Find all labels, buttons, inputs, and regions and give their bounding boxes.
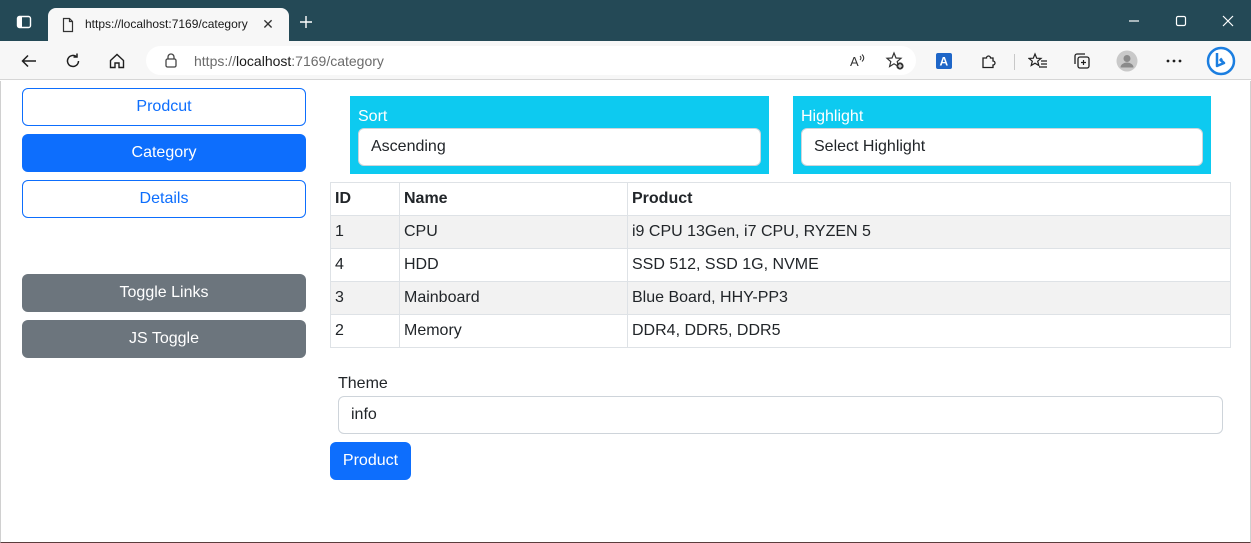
browser-tab[interactable]: https://localhost:7169/category ✕ bbox=[48, 8, 289, 41]
nav-link-details[interactable]: Details bbox=[22, 180, 306, 218]
theme-input[interactable]: info bbox=[338, 396, 1223, 434]
profile-avatar[interactable] bbox=[1115, 49, 1139, 73]
column-header-product: Product bbox=[627, 182, 1231, 216]
column-header-name: Name bbox=[399, 182, 628, 216]
back-icon[interactable] bbox=[17, 49, 41, 73]
title-bar: https://localhost:7169/category ✕ bbox=[0, 0, 1251, 41]
home-icon[interactable] bbox=[105, 49, 129, 73]
column-header-id: ID bbox=[330, 182, 400, 216]
minimize-icon[interactable] bbox=[1122, 9, 1146, 33]
theme-label: Theme bbox=[338, 375, 388, 392]
tab-actions-icon[interactable] bbox=[13, 11, 35, 33]
page-icon bbox=[60, 17, 76, 33]
cell-product: DDR4, DDR5, DDR5 bbox=[627, 314, 1231, 348]
navigation-bar: https://localhost:7169/category A A bbox=[0, 41, 1251, 80]
refresh-icon[interactable] bbox=[61, 49, 85, 73]
cell-name: CPU bbox=[399, 215, 628, 249]
table-row: 2 Memory DDR4, DDR5, DDR5 bbox=[330, 314, 1231, 348]
cell-id: 2 bbox=[330, 314, 400, 348]
js-toggle-button[interactable]: JS Toggle bbox=[22, 320, 306, 358]
table-row: 1 CPU i9 CPU 13Gen, i7 CPU, RYZEN 5 bbox=[330, 215, 1231, 249]
collections-icon[interactable] bbox=[1070, 49, 1094, 73]
maximize-icon[interactable] bbox=[1169, 9, 1193, 33]
product-button[interactable]: Product bbox=[330, 442, 411, 480]
sort-label: Sort bbox=[358, 108, 388, 125]
toggle-links-button[interactable]: Toggle Links bbox=[22, 274, 306, 312]
lock-icon[interactable] bbox=[163, 52, 179, 69]
cell-id: 1 bbox=[330, 215, 400, 249]
nav-link-category[interactable]: Category bbox=[22, 134, 306, 172]
sort-select[interactable]: Ascending bbox=[358, 128, 761, 166]
table-row: 3 Mainboard Blue Board, HHY-PP3 bbox=[330, 281, 1231, 315]
cell-name: Mainboard bbox=[399, 281, 628, 315]
cell-product: Blue Board, HHY-PP3 bbox=[627, 281, 1231, 315]
close-tab-icon[interactable]: ✕ bbox=[259, 15, 277, 33]
cell-name: HDD bbox=[399, 248, 628, 282]
read-aloud-icon[interactable]: A bbox=[846, 49, 870, 73]
new-tab-icon[interactable] bbox=[296, 12, 316, 32]
tab-title: https://localhost:7169/category bbox=[85, 17, 248, 31]
address-bar[interactable]: https://localhost:7169/category A bbox=[146, 46, 916, 75]
page-content: Prodcut Category Details Toggle Links JS… bbox=[0, 81, 1251, 543]
cell-product: i9 CPU 13Gen, i7 CPU, RYZEN 5 bbox=[627, 215, 1231, 249]
table-row: 4 HDD SSD 512, SSD 1G, NVME bbox=[330, 248, 1231, 282]
toolbar-divider bbox=[1014, 54, 1015, 70]
add-favorite-icon[interactable] bbox=[883, 49, 907, 73]
highlight-label: Highlight bbox=[801, 108, 864, 125]
copilot-icon[interactable] bbox=[1205, 45, 1237, 77]
nav-link-prodcut[interactable]: Prodcut bbox=[22, 88, 306, 126]
cell-id: 3 bbox=[330, 281, 400, 315]
svg-text:A: A bbox=[850, 54, 859, 69]
category-table: ID Name Product 1 CPU i9 CPU 13Gen, i7 C… bbox=[330, 182, 1231, 348]
close-window-icon[interactable] bbox=[1216, 9, 1240, 33]
url-text[interactable]: https://localhost:7169/category bbox=[194, 53, 384, 69]
more-options-icon[interactable] bbox=[1162, 49, 1186, 73]
favorites-icon[interactable] bbox=[1026, 49, 1050, 73]
highlight-panel: Highlight Select Highlight bbox=[793, 96, 1211, 174]
table-header-row: ID Name Product bbox=[330, 182, 1231, 216]
highlight-select[interactable]: Select Highlight bbox=[801, 128, 1203, 166]
cell-name: Memory bbox=[399, 314, 628, 348]
sort-panel: Sort Ascending bbox=[350, 96, 769, 174]
svg-text:A: A bbox=[940, 55, 949, 69]
cell-product: SSD 512, SSD 1G, NVME bbox=[627, 248, 1231, 282]
extensions-icon[interactable] bbox=[977, 49, 1001, 73]
cell-id: 4 bbox=[330, 248, 400, 282]
translate-icon[interactable]: A bbox=[932, 49, 956, 73]
